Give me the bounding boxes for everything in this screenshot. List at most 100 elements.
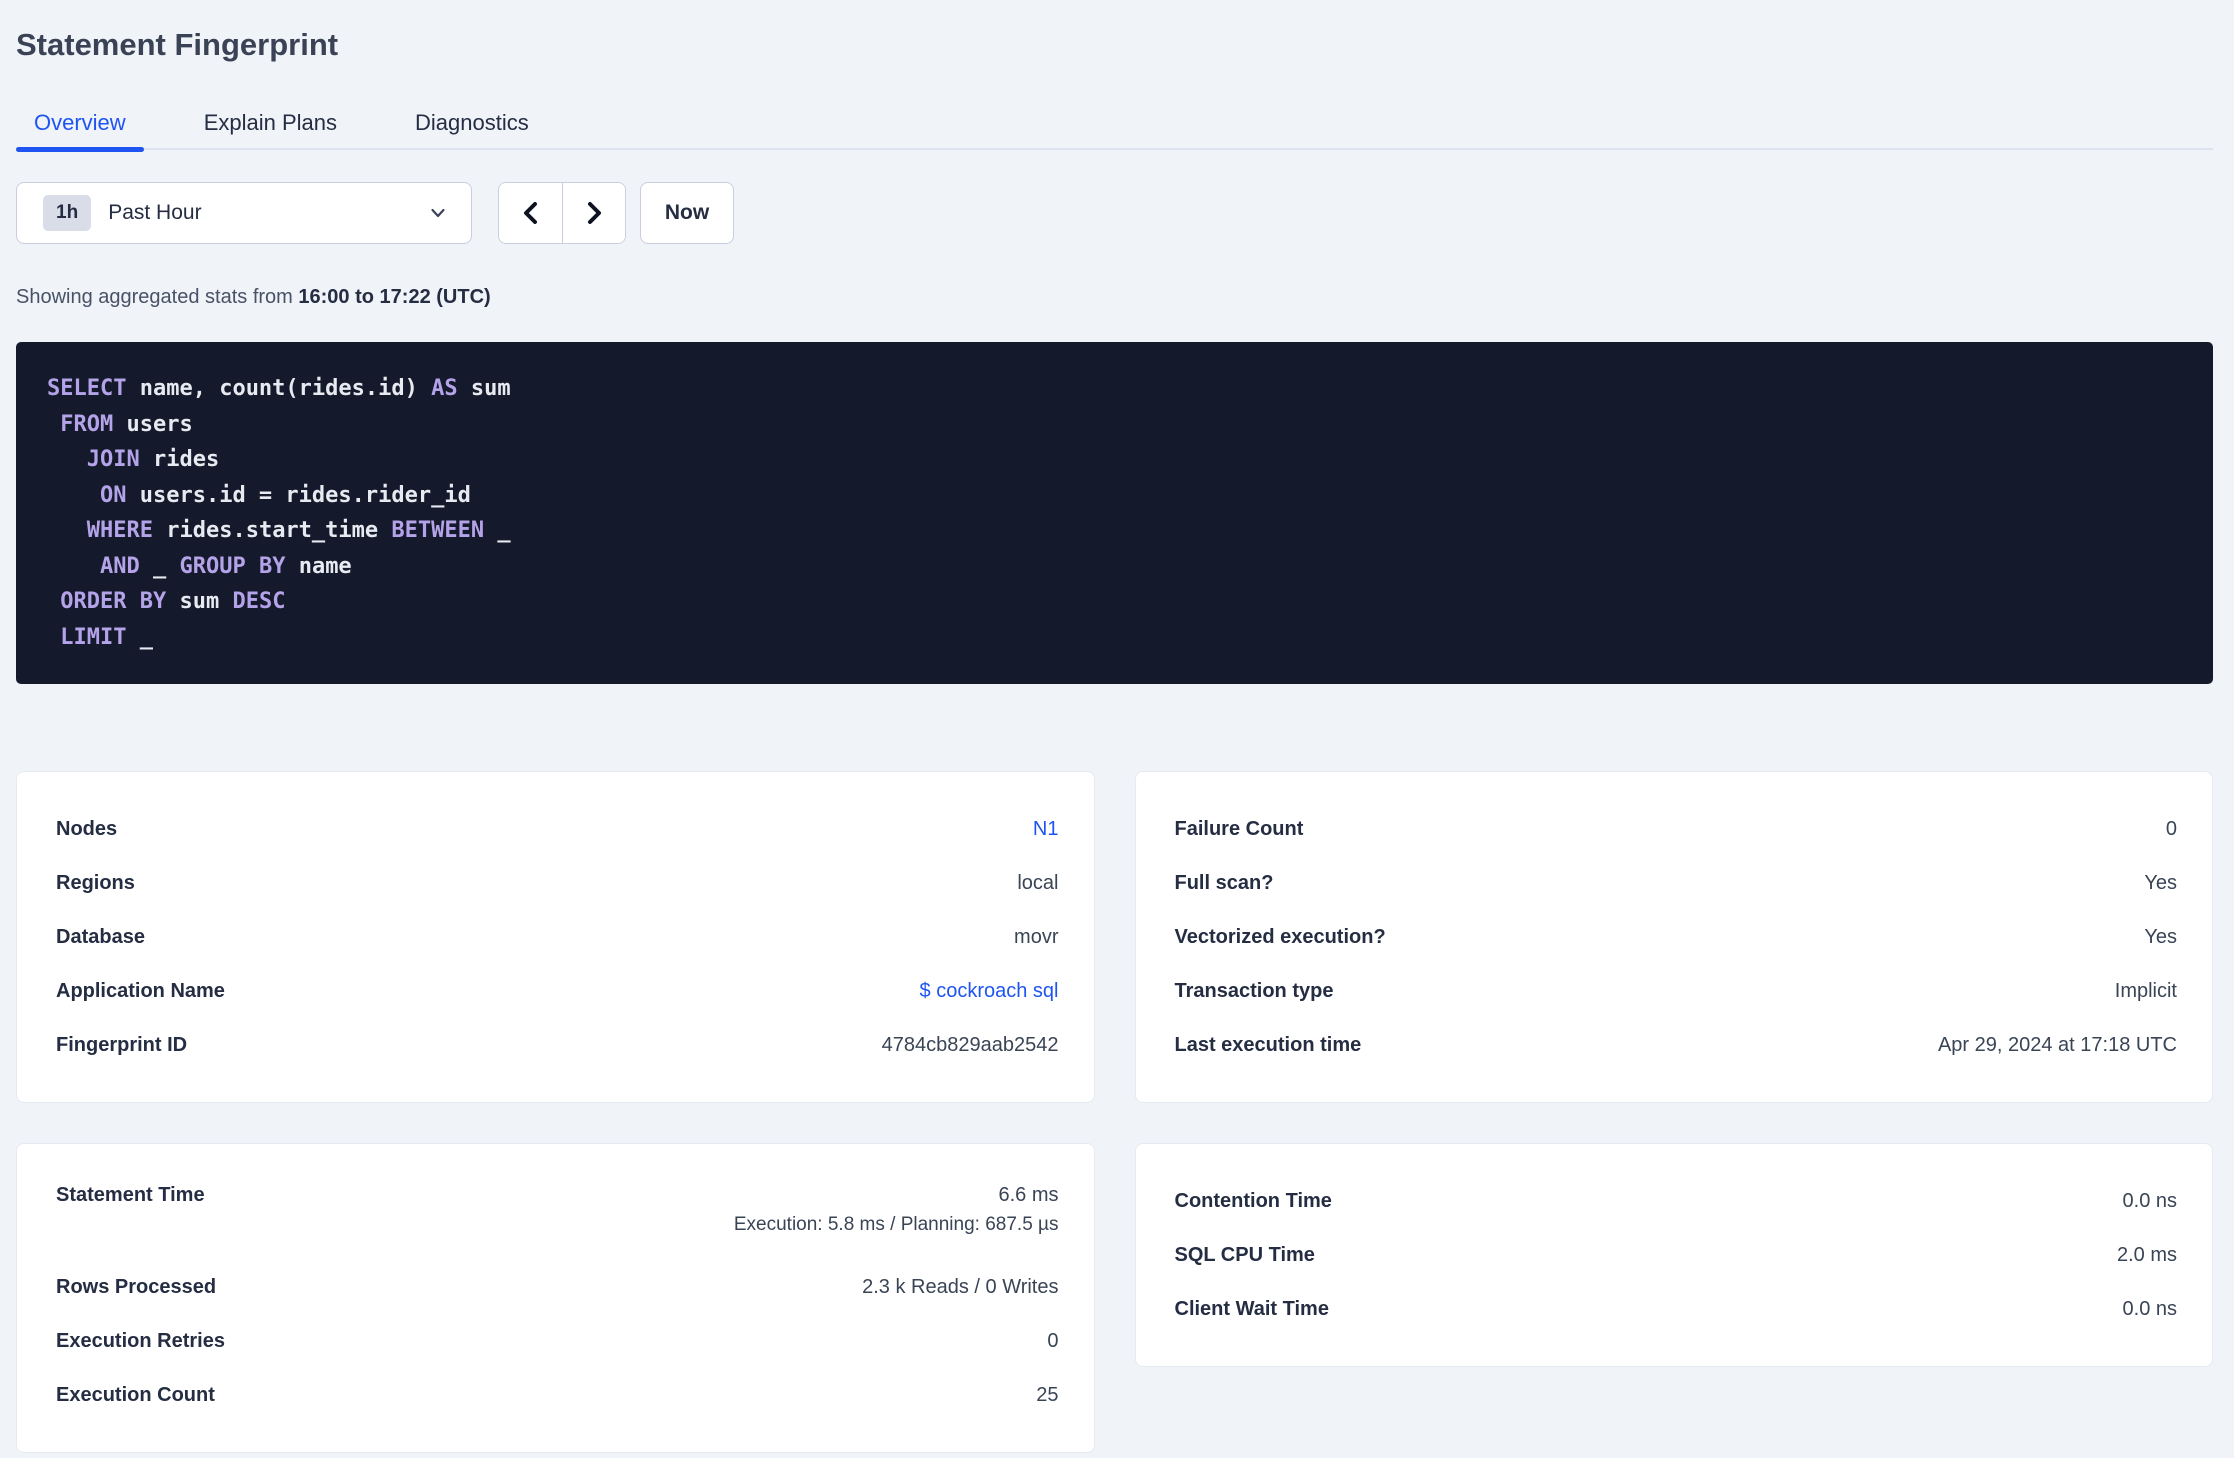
sql-text: sum	[166, 589, 233, 614]
tab-diagnostics[interactable]: Diagnostics	[397, 98, 547, 148]
kv-value-wrap: 6.6 ms Execution: 5.8 ms / Planning: 687.…	[734, 1184, 1059, 1236]
now-button-label: Now	[664, 201, 710, 224]
kv-value: Yes	[2144, 925, 2177, 948]
stats-note-range: 16:00 to 17:22 (UTC)	[298, 286, 491, 308]
card-execution-attributes: Failure Count 0 Full scan? Yes Vectorized ex…	[1134, 771, 2213, 1103]
kv-value-wrap: 2.0 ms	[2117, 1244, 2177, 1267]
kv-value: Yes	[2144, 871, 2177, 894]
kv-value: movr	[1014, 925, 1059, 948]
sql-keyword: GROUP BY	[179, 553, 286, 579]
sql-keyword: FROM	[60, 411, 114, 437]
kv-row: Database movr	[56, 910, 1059, 964]
sql-text: _	[139, 553, 180, 579]
sql-line: ORDER BY sum DESC	[47, 584, 2183, 620]
time-range-label: Past Hour	[108, 201, 202, 224]
interval-badge: 1h	[43, 195, 92, 231]
tab-overview[interactable]: Overview	[16, 98, 144, 152]
kv-label: Last execution time	[1174, 1033, 1362, 1056]
kv-row: Regions local	[56, 856, 1059, 910]
kv-value: Apr 29, 2024 at 17:18 UTC	[1937, 1033, 2177, 1056]
sql-text: rides.start_time	[152, 518, 392, 543]
aggregated-stats-note: Showing aggregated stats from 16:00 to 1…	[16, 286, 2213, 309]
sql-keyword: LIMIT	[60, 624, 127, 650]
kv-label: Execution Count	[56, 1383, 215, 1406]
kv-value-wrap: 0	[1047, 1330, 1058, 1353]
sql-keyword: JOIN	[86, 447, 140, 472]
sql-text: name	[285, 553, 352, 579]
kv-value: 25	[1036, 1383, 1059, 1406]
kv-label: Transaction type	[1174, 979, 1334, 1002]
card-wait-times: Contention Time 0.0 ns SQL CPU Time 2.0 ms C…	[1134, 1143, 2213, 1367]
kv-value: Implicit	[2114, 979, 2177, 1002]
kv-label: Execution Retries	[56, 1329, 225, 1352]
sql-line: FROM users	[47, 407, 2183, 443]
time-toolbar: 1h Past Hour Now	[16, 182, 2213, 244]
kv-label: Contention Time	[1174, 1189, 1332, 1212]
kv-value-wrap: local	[1017, 872, 1058, 895]
kv-value-wrap: movr	[1014, 926, 1058, 949]
sql-text: sum	[457, 376, 511, 401]
kv-value-link[interactable]: N1	[1033, 818, 1059, 841]
prev-range-button[interactable]	[499, 183, 562, 243]
kv-label: Statement Time	[56, 1184, 205, 1206]
tab-diagnostics-label: Diagnostics	[415, 110, 529, 135]
sql-text: rides	[139, 447, 220, 472]
kv-row: Execution Count 25	[56, 1368, 1059, 1422]
card-statement-times: Statement Time 6.6 ms Execution: 5.8 ms / …	[16, 1143, 1095, 1453]
sql-keyword: SELECT	[47, 376, 127, 401]
kv-row: Failure Count 0	[1175, 802, 2178, 856]
sql-keyword: ORDER BY	[60, 589, 167, 614]
next-range-button[interactable]	[562, 183, 625, 243]
kv-value-wrap: Apr 29, 2024 at 17:18 UTC	[1938, 1034, 2177, 1057]
sql-keyword: ON	[99, 482, 127, 508]
chevron-left-icon	[523, 202, 537, 224]
time-range-dropdown[interactable]: 1h Past Hour	[16, 182, 472, 244]
tab-explain-plans[interactable]: Explain Plans	[186, 98, 355, 148]
kv-row: Contention Time 0.0 ns	[1175, 1174, 2178, 1228]
kv-label: Failure Count	[1174, 817, 1304, 840]
kv-label: Database	[56, 925, 145, 948]
kv-row: Full scan? Yes	[1175, 856, 2178, 910]
kv-value: 0	[1047, 1329, 1059, 1352]
kv-row: Application Name $ cockroach sql	[56, 964, 1059, 1018]
kv-value-wrap: 25	[1036, 1384, 1058, 1407]
kv-row: Transaction type Implicit	[1175, 964, 2178, 1018]
kv-value-wrap: 2.3 k Reads / 0 Writes	[862, 1276, 1058, 1299]
kv-value: 2.3 k Reads / 0 Writes	[862, 1275, 1059, 1298]
kv-row: Execution Retries 0	[56, 1314, 1059, 1368]
kv-label: Nodes	[56, 817, 118, 840]
summary-cards: Nodes N1 Regions local Database movr Applicati…	[16, 771, 2213, 1453]
kv-value-link[interactable]: $ cockroach sql	[920, 980, 1059, 1003]
kv-row: Last execution time Apr 29, 2024 at 17:18…	[1175, 1018, 2178, 1072]
kv-label: SQL CPU Time	[1174, 1243, 1315, 1266]
kv-label: Client Wait Time	[1174, 1297, 1329, 1320]
kv-label: Application Name	[56, 979, 225, 1002]
kv-value: 2.0 ms	[2116, 1243, 2177, 1266]
card-statement-details: Nodes N1 Regions local Database movr Applicati…	[16, 771, 1095, 1103]
now-button[interactable]: Now	[640, 182, 734, 244]
sql-text: _	[484, 518, 511, 543]
kv-row: Nodes N1	[56, 802, 1059, 856]
kv-value: 0.0 ns	[2122, 1189, 2177, 1212]
kv-sub-value: Execution: 5.8 ms / Planning: 687.5 µs	[733, 1214, 1059, 1235]
kv-row: SQL CPU Time 2.0 ms	[1175, 1228, 2178, 1282]
kv-value: 6.6 ms	[998, 1184, 1059, 1206]
sql-line: SELECT name, count(rides.id) AS sum	[47, 371, 2183, 407]
sql-line: JOIN rides	[47, 442, 2183, 478]
sql-keyword: BETWEEN	[391, 518, 485, 543]
kv-value-wrap: Implicit	[2115, 980, 2177, 1003]
sql-keyword: AS	[431, 376, 458, 401]
chevron-right-icon	[588, 202, 601, 224]
tab-bar: Overview Explain Plans Diagnostics	[16, 98, 2213, 152]
kv-value-wrap: 0	[2166, 818, 2177, 841]
sql-line: LIMIT _	[47, 620, 2183, 656]
sql-line: ON users.id = rides.rider_id	[47, 478, 2183, 514]
kv-value-wrap: 0.0 ns	[2123, 1190, 2177, 1213]
tab-explain-plans-label: Explain Plans	[203, 110, 337, 135]
sql-text: users	[113, 411, 193, 437]
kv-label: Vectorized execution?	[1174, 925, 1386, 948]
